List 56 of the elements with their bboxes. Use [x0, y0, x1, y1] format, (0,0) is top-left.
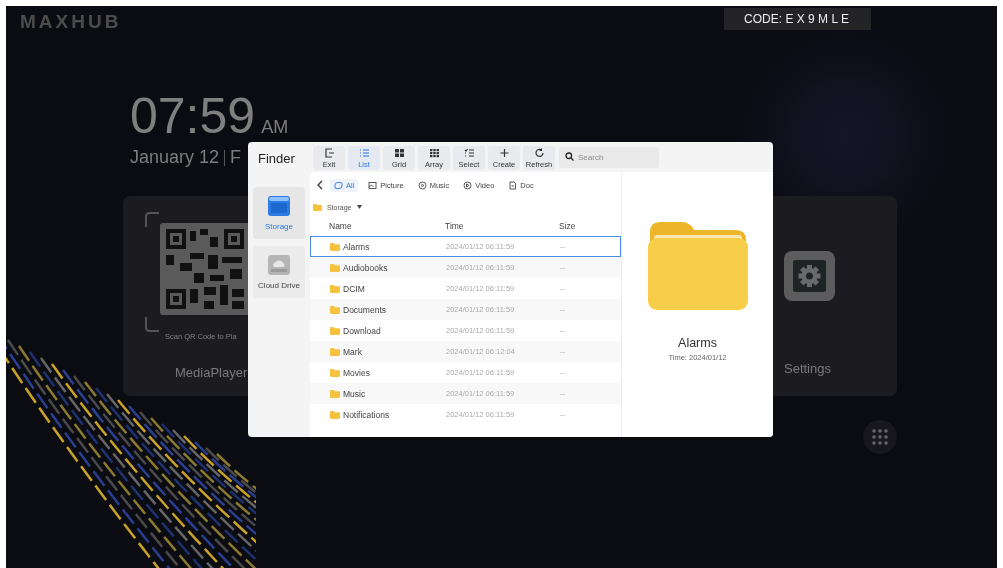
qr-code-icon: [160, 223, 250, 315]
doc-icon: [508, 180, 518, 190]
apps-grid-button[interactable]: [863, 420, 897, 454]
clock-time: 07:59: [130, 91, 256, 141]
cloud-drive-icon: [268, 254, 290, 275]
search-field[interactable]: Search: [559, 147, 659, 168]
list-icon: [358, 147, 370, 158]
folder-icon: [330, 347, 340, 356]
grid-icon: [393, 147, 405, 158]
caret-icon[interactable]: [356, 205, 362, 209]
back-icon[interactable]: [316, 180, 324, 190]
settings-icon[interactable]: [784, 251, 835, 301]
file-name: Music: [343, 388, 366, 399]
clock-day: F: [230, 147, 242, 168]
storage-icon: [268, 195, 290, 216]
file-name: Notifications: [343, 409, 390, 420]
column-header: Name: [328, 221, 353, 231]
create-icon: [498, 147, 510, 158]
refresh-icon: [533, 147, 545, 158]
array-icon: [428, 147, 440, 158]
folder-icon: [330, 368, 340, 377]
clock-meridiem: AM: [261, 117, 289, 138]
finder-title: Finder: [258, 151, 295, 166]
folder-icon: [313, 203, 322, 211]
clock-date: January 12: [130, 147, 220, 168]
column-header: Time: [445, 221, 465, 231]
folder-icon: [647, 220, 748, 310]
column-header: Size: [559, 221, 577, 231]
file-name: DCIM: [343, 283, 365, 294]
sidebar-item[interactable]: Storage: [253, 187, 305, 239]
code-badge: CODE: E X 9 M L E: [724, 8, 871, 30]
video-icon: [463, 180, 473, 190]
all-icon: [334, 180, 343, 190]
folder-icon: [330, 284, 340, 293]
file-name: Download: [343, 325, 381, 336]
folder-icon: [330, 410, 340, 419]
exit-icon: [323, 147, 335, 158]
folder-icon: [330, 305, 340, 314]
preview-name: Alarms: [678, 336, 717, 350]
logo: MAXHUB: [20, 11, 122, 33]
file-name: Alarms: [343, 241, 370, 252]
folder-icon: [330, 326, 340, 335]
app-label[interactable]: Settings: [784, 361, 831, 376]
file-name: Documents: [343, 304, 386, 315]
folder-icon: [330, 389, 340, 398]
folder-icon: [330, 242, 340, 251]
corner-bracket-icon: [145, 212, 160, 228]
corner-bracket-icon: [145, 316, 160, 332]
file-name: Audiobooks: [343, 262, 388, 273]
music-icon: [417, 180, 427, 190]
select-icon: [463, 147, 475, 158]
sidebar-item[interactable]: Cloud Drive: [253, 246, 305, 298]
folder-icon: [330, 263, 340, 272]
file-name: Movies: [343, 367, 370, 378]
picture-icon: [368, 180, 378, 190]
file-name: Mark: [343, 346, 362, 357]
